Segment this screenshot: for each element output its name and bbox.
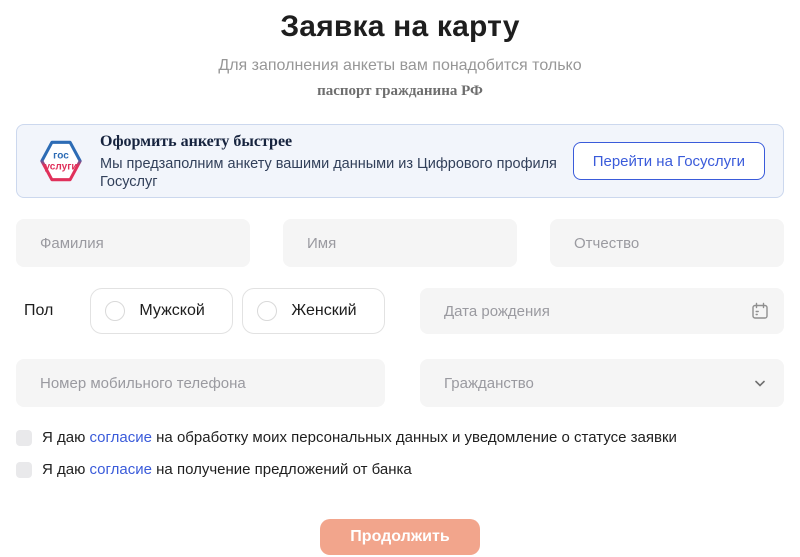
radio-circle-icon [105, 301, 126, 321]
svg-text:гос: гос [53, 151, 69, 162]
continue-button[interactable]: Продолжить [320, 519, 480, 555]
name-fields-row [16, 219, 784, 267]
radio-circle-icon [257, 301, 278, 321]
consent-prefix: Я даю [42, 461, 90, 478]
birth-date-placeholder: Дата рождения [444, 302, 550, 320]
go-to-gosuslugi-button[interactable]: Перейти на Госуслуги [572, 142, 765, 180]
svg-text:услуги: услуги [44, 162, 77, 173]
middle-name-input[interactable] [550, 219, 784, 267]
consent-prefix: Я даю [42, 429, 90, 446]
gender-option-label: Женский [291, 302, 357, 319]
page-title: Заявка на карту [280, 10, 520, 43]
birth-date-field[interactable]: Дата рождения [420, 288, 784, 334]
consent-text: Я даю согласие на получение предложений … [42, 461, 412, 479]
card-application-page: Заявка на карту Для заполнения анкеты ва… [0, 8, 800, 557]
citizenship-select[interactable]: Гражданство [420, 359, 784, 407]
consent-suffix: на получение предложений от банка [151, 461, 412, 478]
chevron-down-icon [750, 373, 770, 393]
gender-birthdate-row: Пол Мужской Женский Дата рождения [16, 288, 784, 334]
consent-row-bank-offers: Я даю согласие на получение предложений … [16, 461, 784, 479]
consent-suffix: на обработку моих персональных данных и … [151, 429, 677, 446]
page-subtitle-passport: паспорт гражданина РФ [317, 83, 483, 99]
page-subtitle: Для заполнения анкеты вам понадобится то… [218, 57, 582, 74]
consent-link[interactable]: согласие [90, 461, 152, 478]
phone-input[interactable] [16, 359, 385, 407]
bank-offers-checkbox[interactable] [16, 462, 32, 478]
first-name-input[interactable] [283, 219, 517, 267]
phone-citizenship-row: Гражданство [16, 359, 784, 407]
gender-option-female[interactable]: Женский [242, 288, 386, 334]
banner-text-block: Оформить анкету быстрее Мы предзаполним … [100, 132, 573, 191]
gender-option-label: Мужской [139, 302, 205, 319]
gender-label: Пол [24, 302, 54, 319]
banner-heading: Оформить анкету быстрее [100, 132, 293, 150]
citizenship-placeholder: Гражданство [444, 374, 534, 392]
personal-data-checkbox[interactable] [16, 430, 32, 446]
consent-row-personal-data: Я даю согласие на обработку моих персона… [16, 429, 784, 447]
calendar-icon[interactable] [750, 301, 770, 321]
consent-text: Я даю согласие на обработку моих персона… [42, 429, 677, 447]
gender-option-male[interactable]: Мужской [90, 288, 234, 334]
gosuslugi-banner: гос услуги Оформить анкету быстрее Мы пр… [16, 124, 784, 198]
banner-description: Мы предзаполним анкету вашими данными из… [100, 155, 557, 190]
gosuslugi-logo-icon: гос услуги [38, 137, 84, 185]
last-name-input[interactable] [16, 219, 250, 267]
consent-link[interactable]: согласие [90, 429, 152, 446]
submit-area: Продолжить [0, 519, 800, 555]
